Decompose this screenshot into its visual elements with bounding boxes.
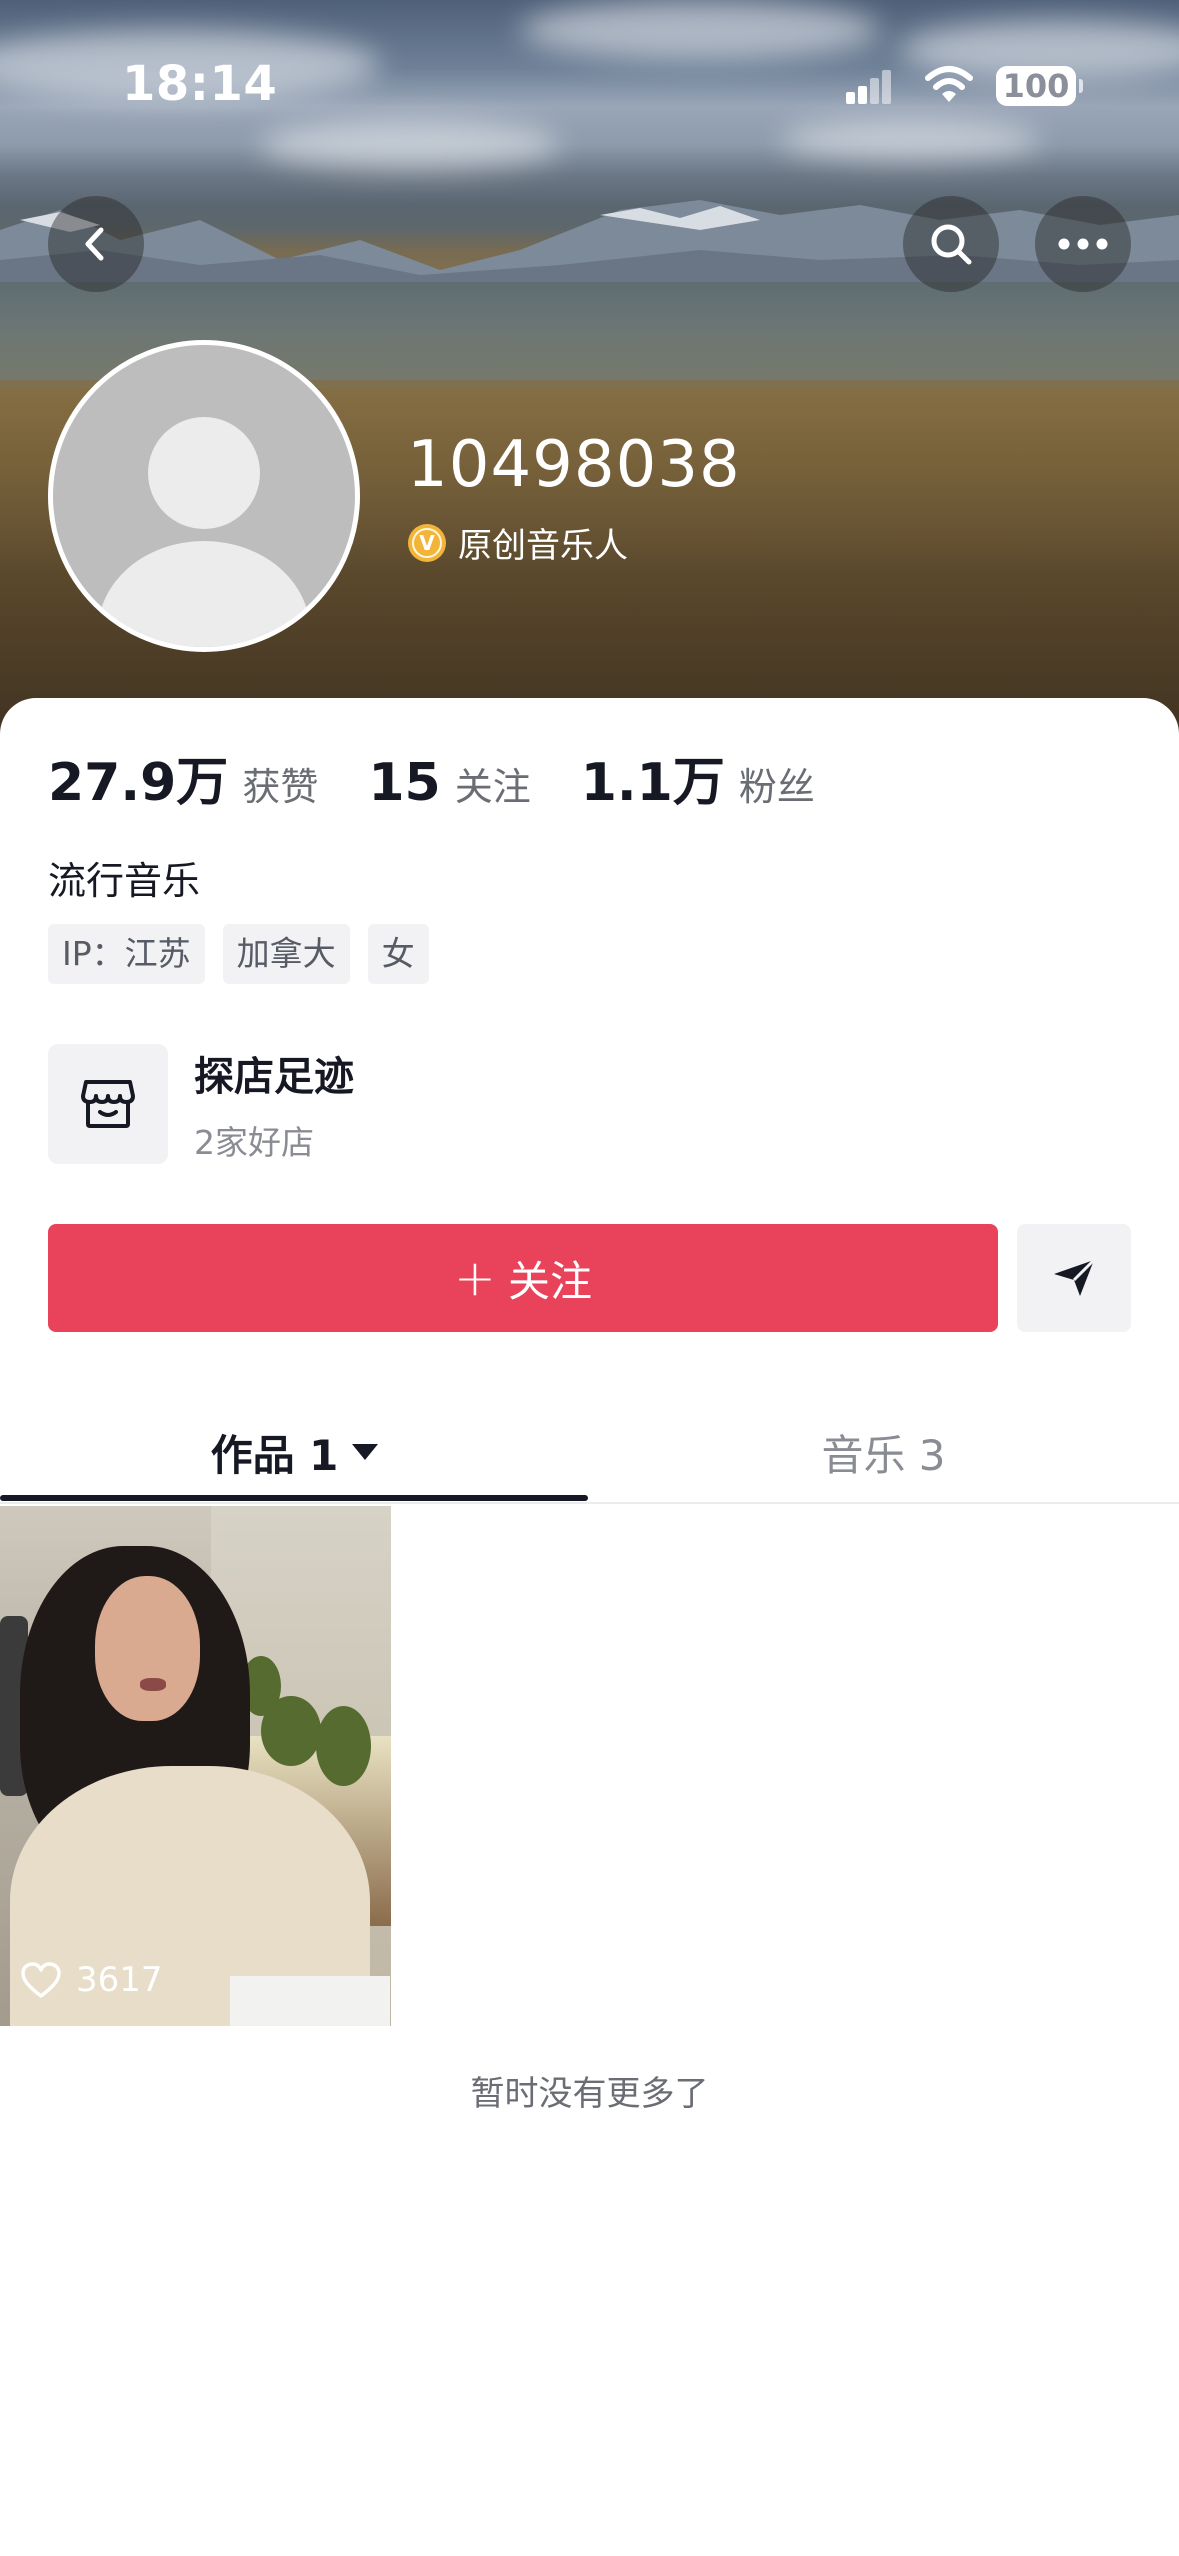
tag-country: 加拿大 xyxy=(222,924,350,984)
video-thumbnail[interactable] xyxy=(0,1506,391,2026)
status-time: 18:14 xyxy=(122,56,278,112)
verified-badge-icon: V xyxy=(408,523,446,562)
shop-title: 探店足迹 xyxy=(194,1054,354,1100)
shop-icon xyxy=(48,1044,168,1164)
stat-label: 获赞 xyxy=(242,765,319,809)
stat-value: 15 xyxy=(368,753,441,813)
more-dots-icon xyxy=(1058,238,1108,250)
wifi-icon xyxy=(924,64,974,106)
send-message-button[interactable] xyxy=(1017,1224,1131,1332)
send-icon xyxy=(1054,1258,1096,1296)
like-count-value: 3617 xyxy=(76,1960,163,2000)
avatar[interactable] xyxy=(48,340,360,652)
caret-down-icon xyxy=(352,1444,379,1460)
back-button[interactable] xyxy=(48,196,144,292)
shop-subtitle: 2家好店 xyxy=(194,1123,314,1162)
more-options-button[interactable] xyxy=(1035,196,1131,292)
follow-label: 关注 xyxy=(507,1256,592,1306)
video-like-count: 3617 xyxy=(20,1960,163,2000)
verification-label: 原创音乐人 xyxy=(458,526,628,566)
tab-works-label: 作品 1 xyxy=(210,1430,339,1480)
stat-likes[interactable]: 27.9万 获赞 xyxy=(48,740,318,815)
stat-value: 27.9万 xyxy=(48,753,229,813)
stat-label: 关注 xyxy=(454,765,531,809)
content-tabs: 作品 1 音乐 3 xyxy=(0,1400,1179,1504)
heart-icon xyxy=(21,1962,61,1998)
bio-text: 流行音乐 xyxy=(48,859,201,903)
tab-music-label: 音乐 3 xyxy=(821,1430,946,1480)
verification-row: V 原创音乐人 xyxy=(408,518,628,567)
shop-visits-entry[interactable]: 探店足迹 2家好店 xyxy=(48,1044,354,1164)
chevron-left-icon xyxy=(85,227,104,261)
stat-label: 粉丝 xyxy=(738,765,815,809)
tab-works[interactable]: 作品 1 xyxy=(0,1400,589,1504)
cellular-signal-icon xyxy=(846,70,891,104)
tag-gender: 女 xyxy=(367,924,429,984)
end-of-list-message: 暂时没有更多了 xyxy=(470,2074,709,2114)
tag-ip-location: IP：江苏 xyxy=(48,924,205,984)
search-icon xyxy=(931,224,972,265)
stat-value: 1.1万 xyxy=(580,753,725,813)
username: 10498038 xyxy=(407,428,741,502)
stat-following[interactable]: 15 关注 xyxy=(368,753,530,813)
stats-row: 27.9万 获赞 15 关注 1.1万 粉丝 xyxy=(48,740,865,815)
active-tab-indicator xyxy=(0,1495,588,1501)
search-button[interactable] xyxy=(903,196,999,292)
plus-icon: + xyxy=(454,1249,496,1307)
profile-tags: IP：江苏 加拿大 女 xyxy=(48,924,447,984)
tab-music[interactable]: 音乐 3 xyxy=(589,1400,1178,1504)
stat-followers[interactable]: 1.1万 粉丝 xyxy=(581,740,815,815)
battery-indicator: 100 xyxy=(996,66,1083,106)
follow-button[interactable]: + 关注 xyxy=(48,1224,998,1332)
